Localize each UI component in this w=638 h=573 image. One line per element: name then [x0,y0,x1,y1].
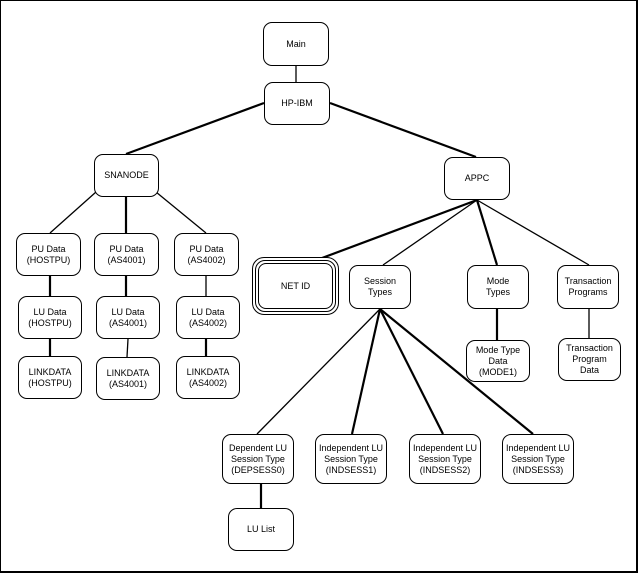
node-tp-data[interactable]: Transaction Program Data [558,338,621,381]
node-label: LU Data (AS4001) [108,306,148,328]
edge-session-types-to-dep-sess0 [256,308,381,435]
node-label: Independent LU Session Type (INDSESS3) [505,442,571,475]
node-label: HP-IBM [281,98,313,108]
node-pu-as4002[interactable]: PU Data (AS4002) [174,233,239,276]
node-ind-sess1[interactable]: Independent LU Session Type (INDSESS1) [315,434,387,484]
edge-appc-to-netid [305,198,478,266]
node-border-ring: NET ID [258,263,333,309]
node-label: SNANODE [104,170,149,180]
node-mode-data[interactable]: Mode Type Data (MODE1) [466,340,530,382]
node-label: Independent LU Session Type (INDSESS1) [318,442,384,475]
node-label: Mode Type Data (MODE1) [475,344,521,377]
node-label: LINKDATA (AS4002) [186,366,230,388]
node-label: APPC [464,173,490,183]
edge-appc-to-session-types [382,199,478,266]
node-label: LU List [246,524,275,534]
node-netid[interactable]: NET ID [252,257,339,315]
node-link-as4001[interactable]: LINKDATA (AS4001) [96,357,160,400]
node-label: Mode Types [485,276,510,297]
node-lu-as4002[interactable]: LU Data (AS4002) [176,296,240,339]
edge-session-types-to-ind-sess2 [379,308,444,435]
node-lu-as4001[interactable]: LU Data (AS4001) [96,296,160,339]
node-label: Dependent LU Session Type (DEPSESS0) [228,442,288,475]
node-label: LINKDATA (HOSTPU) [28,366,72,388]
node-ind-sess2[interactable]: Independent LU Session Type (INDSESS2) [409,434,481,484]
node-label: LINKDATA (AS4001) [106,367,150,389]
node-session-types[interactable]: Session Types [349,265,411,309]
edge-hpibm-to-snanode [125,101,265,156]
edge-lu-as4001-to-link-as4001 [126,338,129,358]
edge-session-types-to-ind-sess1 [350,308,382,435]
edge-snanode-to-pu-hostpu [49,191,97,234]
node-appc[interactable]: APPC [444,157,510,200]
node-label: Transaction Program Data [566,343,613,375]
node-main[interactable]: Main [263,22,329,66]
node-tp[interactable]: Transaction Programs [557,265,619,309]
node-border-ring: NET ID [255,260,336,312]
node-label: Transaction Programs [564,276,612,297]
node-pu-hostpu[interactable]: PU Data (HOSTPU) [16,233,81,276]
node-link-as4002[interactable]: LINKDATA (AS4002) [176,356,240,399]
edge-hpibm-to-appc [329,101,477,159]
node-label: PU Data (AS4001) [107,243,146,265]
node-label: Independent LU Session Type (INDSESS2) [412,442,478,475]
node-hpibm[interactable]: HP-IBM [264,82,330,125]
node-label: PU Data (HOSTPU) [26,243,71,265]
node-mode-types[interactable]: Mode Types [467,265,529,309]
node-link-hostpu[interactable]: LINKDATA (HOSTPU) [18,356,82,399]
node-label: Main [286,38,306,49]
node-lu-hostpu[interactable]: LU Data (HOSTPU) [18,296,82,339]
node-label: LU Data (HOSTPU) [28,306,72,328]
node-label: Session Types [363,276,397,297]
node-lu-list[interactable]: LU List [228,508,294,551]
node-dep-sess0[interactable]: Dependent LU Session Type (DEPSESS0) [222,434,294,484]
node-snanode[interactable]: SNANODE [94,154,159,197]
edge-snanode-to-pu-as4002 [155,191,207,234]
node-pu-as4001[interactable]: PU Data (AS4001) [94,233,159,276]
node-label: PU Data (AS4002) [187,243,226,265]
node-label: LU Data (AS4002) [188,306,228,328]
node-label: NET ID [280,280,311,291]
node-ind-sess3[interactable]: Independent LU Session Type (INDSESS3) [502,434,574,484]
